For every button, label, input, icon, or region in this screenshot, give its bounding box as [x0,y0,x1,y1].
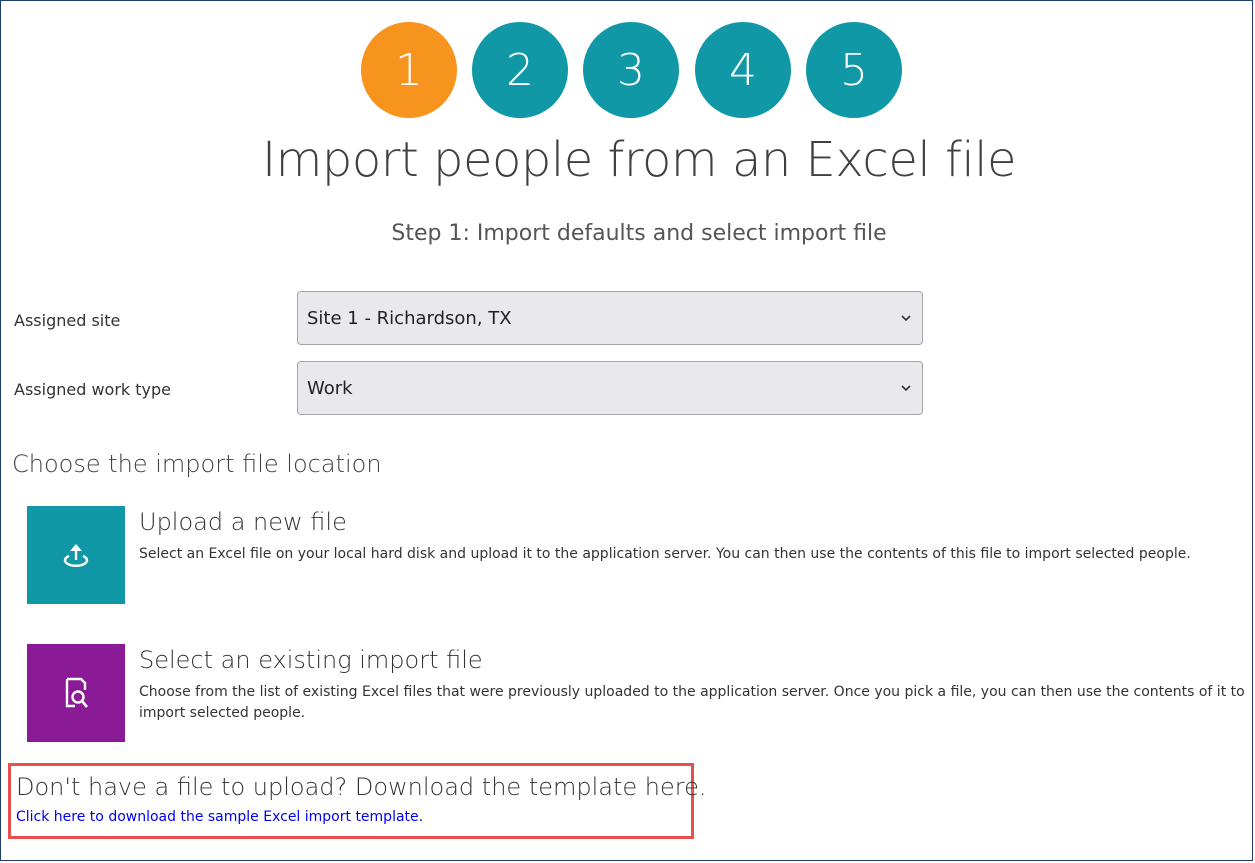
upload-icon [63,544,89,567]
assigned-site-select[interactable]: Site 1 - Richardson, TX [297,291,923,345]
wizard-step-4[interactable]: 4 [695,22,791,118]
search-file-icon [65,677,88,708]
wizard-step-3[interactable]: 3 [583,22,679,118]
upload-option-title[interactable]: Upload a new file [139,508,347,536]
page-subtitle: Step 1: Import defaults and select impor… [391,221,887,246]
template-heading: Don't have a file to upload? Download th… [16,773,707,801]
download-template-link[interactable]: Click here to download the sample Excel … [16,809,423,825]
upload-tile[interactable] [27,506,125,604]
wizard-step-1[interactable]: 1 [361,22,457,118]
chevron-down-icon [901,385,911,392]
assigned-site-label: Assigned site [14,311,121,330]
select-existing-option-description: Choose from the list of existing Excel f… [139,684,1245,721]
chevron-down-icon [901,315,911,322]
assigned-work-type-value: Work [307,377,353,399]
template-download-box: Don't have a file to upload? Download th… [8,763,707,839]
select-existing-tile[interactable] [27,644,125,742]
select-existing-file-option[interactable]: Select an existing import file Choose fr… [27,644,1252,742]
page-title: Import people from an Excel file [261,132,1017,188]
wizard-step-2[interactable]: 2 [472,22,568,118]
assigned-work-type-label: Assigned work type [14,380,171,399]
assigned-work-type-select[interactable]: Work [297,361,923,415]
file-location-heading: Choose the import file location [12,450,382,478]
wizard-step-5[interactable]: 5 [806,22,902,118]
upload-new-file-option[interactable]: Upload a new file Select an Excel file o… [27,506,1252,604]
select-existing-option-title[interactable]: Select an existing import file [139,646,483,674]
assigned-site-value: Site 1 - Richardson, TX [307,307,512,329]
upload-option-description: Select an Excel file on your local hard … [139,546,1191,562]
